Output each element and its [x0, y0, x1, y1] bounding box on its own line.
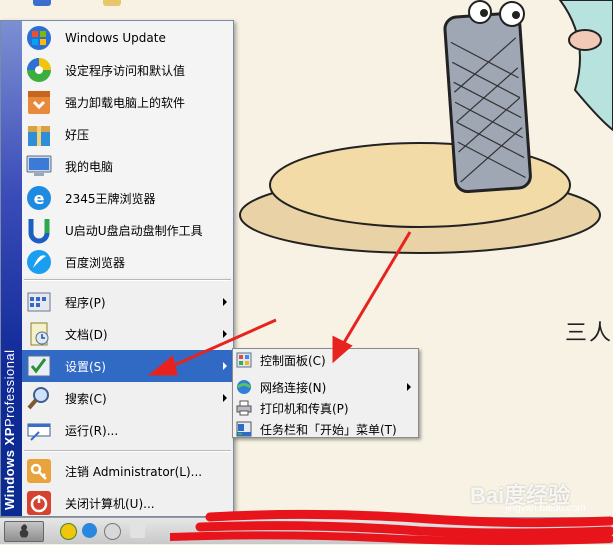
start-button[interactable] — [4, 521, 44, 542]
submenu-item-label: 控制面板(C) — [260, 353, 326, 368]
menu-item-program-access[interactable]: 设定程序访问和默认值 — [22, 54, 233, 86]
uninstall-icon — [25, 88, 53, 116]
settings-submenu: 控制面板(C) 网络连接(N) 打印机和传真(P) 任务栏和「开始」菜单(T) — [232, 348, 419, 438]
brand-edition: Professional — [2, 349, 17, 428]
power-icon — [25, 489, 53, 517]
submenu-item-label: 任务栏和「开始」菜单(T) — [260, 422, 397, 437]
menu-item-label: 我的电脑 — [65, 159, 114, 174]
menu-item-uninstall[interactable]: 强力卸载电脑上的软件 — [22, 86, 233, 118]
search-icon — [25, 384, 53, 412]
network-icon — [236, 379, 252, 395]
submenu-item-label: 网络连接(N) — [260, 380, 327, 395]
start-menu-items: Windows Update 设定程序访问和默认值 强力卸载电脑上的软件 好压 — [22, 21, 233, 516]
wallpaper-illustration — [239, 0, 613, 254]
submenu-arrow-icon — [407, 383, 411, 391]
menu-item-documents[interactable]: 文档(D) — [22, 318, 233, 350]
wallpaper-text: 三人 — [565, 321, 613, 346]
start-menu-sidebar: Windows XPProfessional — [1, 21, 22, 516]
menu-separator — [24, 450, 231, 452]
my-computer-icon — [25, 152, 53, 180]
taskbar-app-icon[interactable] — [130, 523, 145, 538]
menu-item-programs[interactable]: 程序(P) — [22, 286, 233, 318]
shutdown-label: 关闭计算机(U)... — [65, 496, 155, 511]
desktop: 三人 Windows XPProfessional Windows Update… — [0, 0, 613, 545]
submenu-item-printers[interactable]: 打印机和传真(P) — [234, 398, 417, 418]
menu-item-label: 百度浏览器 — [65, 255, 126, 270]
start-menu: Windows XPProfessional Windows Update 设定… — [0, 20, 234, 517]
submenu-item-label: 打印机和传真(P) — [260, 401, 349, 416]
submenu-arrow-icon — [223, 394, 227, 402]
control-panel-icon — [236, 352, 252, 368]
logoff-key-icon — [25, 457, 53, 485]
menu-item-settings[interactable]: 设置(S) — [22, 350, 233, 382]
menu-item-my-computer[interactable]: 我的电脑 — [22, 150, 233, 182]
menu-item-label: 程序(P) — [65, 295, 106, 310]
browser-2345-icon: e — [25, 184, 53, 212]
u-startup-icon — [25, 216, 53, 244]
brand-main: Windows XP — [2, 427, 17, 510]
menu-item-label: 强力卸载电脑上的软件 — [65, 95, 186, 110]
submenu-item-control-panel[interactable]: 控制面板(C) — [234, 350, 417, 370]
menu-item-label: Windows Update — [65, 31, 166, 45]
menu-item-search[interactable]: 搜索(C) — [22, 382, 233, 414]
desktop-icon-partial[interactable] — [33, 0, 51, 6]
run-icon — [25, 416, 53, 444]
haozip-icon — [25, 120, 53, 148]
taskbar-icon — [236, 421, 252, 437]
menu-item-run[interactable]: 运行(R)... — [22, 414, 233, 446]
windows-update-icon — [25, 24, 53, 52]
svg-text:e: e — [34, 189, 45, 208]
documents-icon — [25, 320, 53, 348]
baidu-browser-icon — [25, 248, 53, 276]
menu-separator — [24, 279, 231, 281]
submenu-arrow-icon — [223, 298, 227, 306]
menu-item-2345-browser[interactable]: e 2345王牌浏览器 — [22, 182, 233, 214]
menu-item-label: 好压 — [65, 127, 90, 142]
submenu-item-taskbar[interactable]: 任务栏和「开始」菜单(T) — [234, 419, 417, 439]
menu-item-logoff[interactable]: 注销 Administrator(L)... — [22, 455, 233, 487]
logoff-label: 注销 Administrator(L)... — [65, 464, 203, 479]
menu-item-label: U启动U盘启动盘制作工具 — [65, 223, 203, 238]
printer-icon — [236, 400, 252, 416]
menu-item-windows-update[interactable]: Windows Update — [22, 22, 233, 54]
programs-icon — [25, 288, 53, 316]
quicklaunch-add-icon[interactable] — [60, 523, 77, 540]
menu-item-label: 2345王牌浏览器 — [65, 191, 156, 206]
watermark-sub: jingyan.baidu.com — [505, 503, 586, 514]
quicklaunch-ie-icon[interactable] — [82, 523, 97, 538]
menu-item-label: 文档(D) — [65, 327, 108, 342]
settings-icon — [25, 352, 53, 380]
menu-item-label: 设置(S) — [65, 359, 106, 374]
program-access-icon — [25, 56, 53, 84]
menu-item-label: 设定程序访问和默认值 — [65, 63, 186, 78]
menu-item-baidu-browser[interactable]: 百度浏览器 — [22, 246, 233, 278]
desktop-icon-partial[interactable] — [103, 0, 121, 6]
submenu-arrow-icon — [223, 330, 227, 338]
submenu-arrow-icon — [223, 362, 227, 370]
menu-item-label: 运行(R)... — [65, 423, 119, 438]
quicklaunch-app-icon[interactable] — [104, 523, 121, 540]
menu-item-haozip[interactable]: 好压 — [22, 118, 233, 150]
sidebar-brand: Windows XPProfessional — [2, 310, 21, 510]
menu-item-label: 搜索(C) — [65, 391, 107, 406]
menu-item-u-startup[interactable]: U启动U盘启动盘制作工具 — [22, 214, 233, 246]
submenu-item-network[interactable]: 网络连接(N) — [234, 377, 417, 397]
